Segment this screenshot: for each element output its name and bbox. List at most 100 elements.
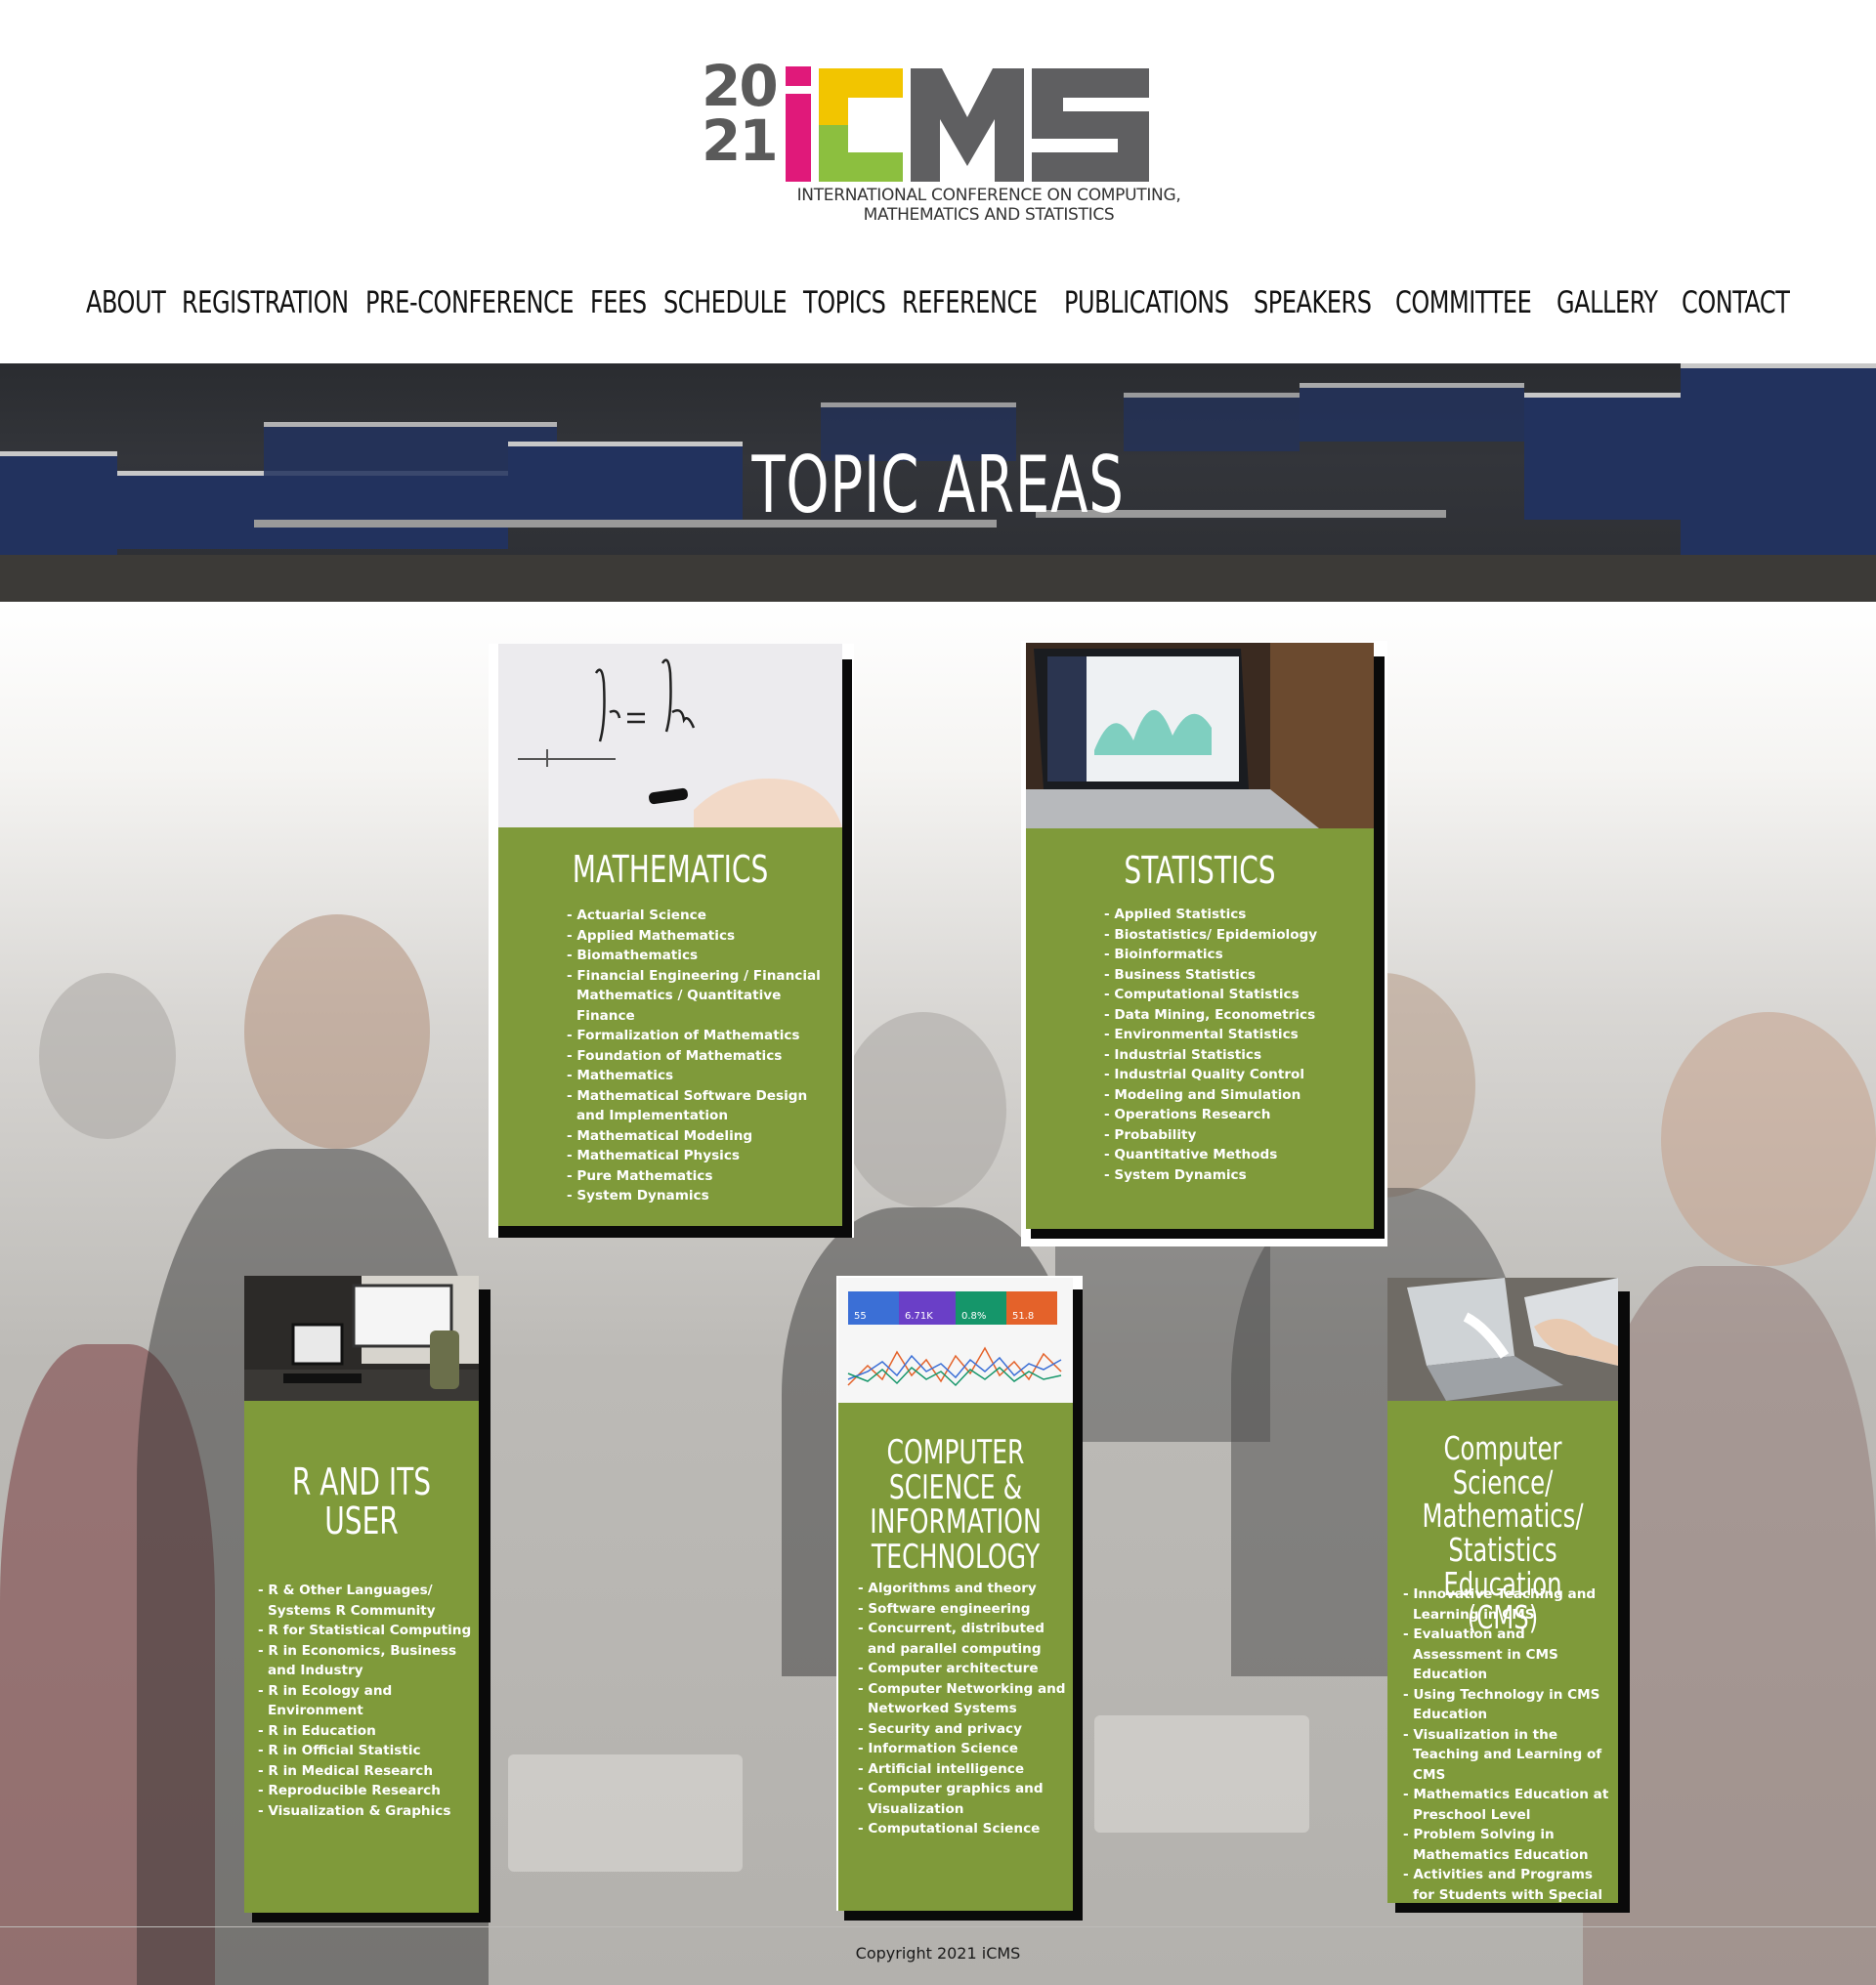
nav-item-topics[interactable]: TOPICS [803,285,886,320]
nav-item-contact[interactable]: CONTACT [1682,285,1790,320]
topic-list: R & Other Languages/ Systems R Community… [258,1581,479,1821]
laptop-dashboard-image [1026,643,1374,828]
list-item: Algorithms and theory [858,1579,1073,1599]
hero-banner: TOPIC AREAS [0,363,1876,602]
list-item: R & Other Languages/ Systems R Community [258,1581,479,1621]
list-item: Computer graphics and Visualization [858,1779,1073,1819]
stat-value: 51.8 [1012,1311,1034,1322]
list-item: Financial Engineering / Financial Mathem… [567,966,821,1027]
list-item: Formalization of Mathematics [567,1026,821,1046]
list-item: Activities and Programs for Students wit… [1403,1865,1616,1903]
list-item: Computer architecture [858,1659,1073,1679]
list-item: Mathematical Modeling [567,1126,821,1147]
list-item: R in Official Statistic [258,1741,479,1761]
topic-card-statistics[interactable]: STATISTICS Applied Statistics Biostatist… [1021,641,1387,1246]
list-item: Computational Science [858,1819,1073,1839]
copyright-text: Copyright 2021 iCMS [855,1944,1021,1963]
list-item: Security and privacy [858,1719,1073,1740]
card-title: STATISTICS [1124,849,1276,892]
topic-card-cms-education[interactable]: Computer Science/ Mathematics/ Statistic… [1387,1278,1630,1913]
list-item: Mathematics [567,1066,821,1086]
topic-list: Algorithms and theory Software engineeri… [858,1579,1073,1839]
list-item: Visualization & Graphics [258,1801,479,1822]
nav-item-publications[interactable]: PUBLICATIONS [1064,285,1229,320]
list-item: Mathematics Education at Preschool Level [1403,1785,1616,1825]
list-item: Bioinformatics [1104,945,1358,965]
topic-list: Actuarial Science Applied Mathematics Bi… [567,906,821,1206]
site-header: 20 21 INTERNATIONAL CONFERENCE ON COMPUT… [0,0,1876,363]
list-item: Innovative Teaching and Learning in CMS [1403,1584,1616,1625]
list-item: Software engineering [858,1599,1073,1620]
icms-logo-mark [786,66,1149,182]
nav-item-registration[interactable]: REGISTRATION [182,285,349,320]
list-item: Business Statistics [1104,965,1358,986]
nav-item-reference[interactable]: REFERENCE [902,285,1038,320]
list-item: Actuarial Science [567,906,821,926]
list-item: Data Mining, Econometrics [1104,1005,1358,1026]
laptop-meeting-image [1387,1278,1618,1401]
list-item: Reproducible Research [258,1781,479,1801]
hero-title: TOPIC AREAS [751,440,1125,530]
list-item: Pure Mathematics [567,1166,821,1187]
list-item: Mathematical Physics [567,1146,821,1166]
nav-item-committee[interactable]: COMMITTEE [1395,285,1532,320]
nav-item-speakers[interactable]: SPEAKERS [1254,285,1372,320]
card-title: R AND ITS USER [291,1460,432,1542]
nav-item-fees[interactable]: FEES [590,285,647,320]
nav-item-gallery[interactable]: GALLERY [1556,285,1658,320]
list-item: Information Science [858,1739,1073,1759]
footer-divider [0,1926,1876,1927]
list-item: Computer Networking and Networked System… [858,1679,1073,1719]
list-item: Industrial Quality Control [1104,1065,1358,1085]
card-title: MATHEMATICS [572,848,769,891]
main-nav: ABOUT REGISTRATION PRE-CONFERENCE FEES SCHED… [86,285,1790,332]
list-item: Environmental Statistics [1104,1025,1358,1045]
topic-list: Innovative Teaching and Learning in CMS … [1403,1584,1616,1903]
nav-item-pre-conference[interactable]: PRE-CONFERENCE [365,285,575,320]
list-item: Concurrent, distributed and parallel com… [858,1619,1073,1659]
list-item: Computational Statistics [1104,985,1358,1005]
list-item: Artificial intelligence [858,1759,1073,1780]
nav-item-schedule[interactable]: SCHEDULE [663,285,788,320]
logo-subtitle-line2: MATHEMATICS AND STATISTICS [863,205,1115,225]
icms-logo[interactable]: 20 21 INTERNATIONAL CONFERENCE ON COMPUT… [702,53,1181,225]
stat-value: 0.8% [961,1311,986,1322]
list-item: R in Medical Research [258,1761,479,1782]
whiteboard-equation-image [498,644,842,827]
list-item: Biostatistics/ Epidemiology [1104,925,1358,946]
list-item: R in Economics, Business and Industry [258,1641,479,1681]
list-item: Industrial Statistics [1104,1045,1358,1066]
topic-card-r-and-its-user[interactable]: R AND ITS USER R & Other Languages/ Syst… [244,1276,490,1922]
logo-subtitle-line1: INTERNATIONAL CONFERENCE ON COMPUTING, [796,186,1181,205]
list-item: System Dynamics [567,1186,821,1206]
list-item: Probability [1104,1125,1358,1146]
logo-year-top: 20 [702,53,779,119]
list-item: System Dynamics [1104,1165,1358,1186]
list-item: Modeling and Simulation [1104,1085,1358,1106]
analytics-chart-image: 55 6.71K 0.8% 51.8 [838,1278,1073,1403]
nav-item-about[interactable]: ABOUT [86,285,166,320]
topic-card-mathematics[interactable]: MATHEMATICS Actuarial Science Applied Ma… [489,644,854,1238]
topic-card-computer-science-it[interactable]: 55 6.71K 0.8% 51.8 COMPUTER SCIENCE & IN… [836,1276,1083,1921]
logo-subtitle: INTERNATIONAL CONFERENCE ON COMPUTING, M… [784,186,1194,225]
stat-value: 55 [854,1311,867,1322]
logo-year-bottom: 21 [702,107,779,174]
list-item: Biomathematics [567,946,821,966]
list-item: Mathematical Software Design and Impleme… [567,1086,821,1126]
list-item: Problem Solving in Mathematics Education [1403,1825,1616,1865]
logo-year: 20 21 [702,53,779,174]
list-item: Foundation of Mathematics [567,1046,821,1067]
desktop-workstation-image [244,1276,479,1401]
list-item: Applied Mathematics [567,926,821,947]
card-title: COMPUTER SCIENCE & INFORMATION TECHNOLOG… [870,1433,1042,1578]
list-item: Evaluation and Assessment in CMS Educati… [1403,1625,1616,1685]
topic-list: Applied Statistics Biostatistics/ Epidem… [1104,905,1358,1185]
list-item: Visualization in the Teaching and Learni… [1403,1725,1616,1786]
list-item: R for Statistical Computing [258,1621,479,1641]
list-item: R in Ecology and Environment [258,1681,479,1721]
list-item: Using Technology in CMS Education [1403,1685,1616,1725]
list-item: Applied Statistics [1104,905,1358,925]
list-item: Quantitative Methods [1104,1145,1358,1165]
stat-value: 6.71K [905,1311,933,1322]
list-item: R in Education [258,1721,479,1742]
